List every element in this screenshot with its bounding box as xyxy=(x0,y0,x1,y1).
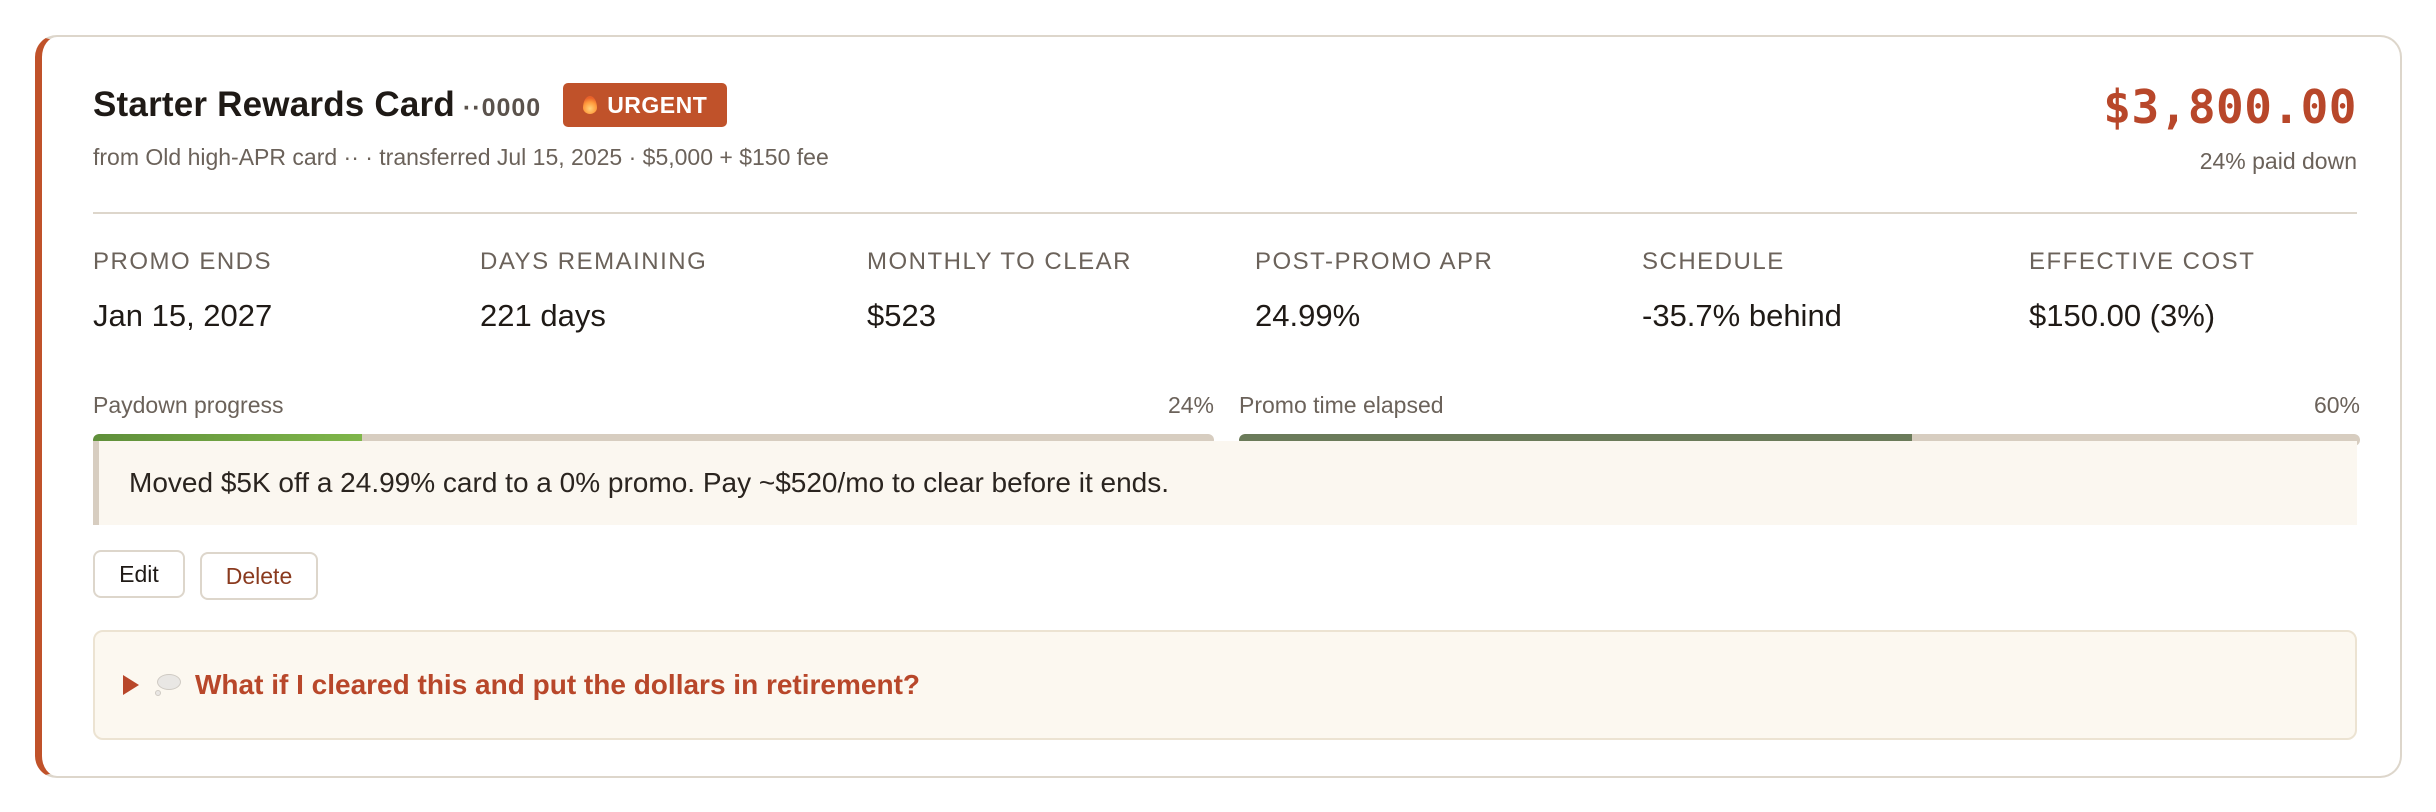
balance-transfer-card: Starter Rewards Card ··0000 URGENT from … xyxy=(35,35,2402,778)
stat-days-remaining: DAYS REMAINING 221 days xyxy=(480,248,860,334)
stat-effective-cost: EFFECTIVE COST $150.00 (3%) xyxy=(2029,248,2409,334)
flame-icon xyxy=(583,96,598,114)
stat-value: -35.7% behind xyxy=(1642,298,1842,333)
stat-value: 221 days xyxy=(480,298,606,333)
stat-label: DAYS REMAINING xyxy=(480,248,708,275)
stat-label: MONTHLY TO CLEAR xyxy=(867,248,1132,275)
what-if-disclosure[interactable]: What if I cleared this and put the dolla… xyxy=(93,630,2357,740)
paid-down-label: 24% paid down xyxy=(2199,148,2357,174)
stat-monthly-to-clear: MONTHLY TO CLEAR $523 xyxy=(867,248,1247,334)
balance-summary: $3,800.00 24% paid down xyxy=(2103,80,2357,175)
card-header: Starter Rewards Card ··0000 URGENT from … xyxy=(93,80,829,171)
stat-label: POST-PROMO APR xyxy=(1255,248,1494,275)
progress-label: Paydown progress xyxy=(93,392,284,418)
balance-amount: $3,800.00 xyxy=(2103,80,2357,134)
progress-label: Promo time elapsed xyxy=(1239,392,1444,418)
header-divider xyxy=(93,212,2357,214)
transfer-details: from Old high-APR card ·· · transferred … xyxy=(93,144,829,170)
paydown-progress: Paydown progress 24% xyxy=(93,392,1214,446)
clipped-text-above xyxy=(352,0,652,4)
card-number-mask: ··0000 xyxy=(462,93,542,122)
badge-label: URGENT xyxy=(607,91,708,118)
urgent-badge: URGENT xyxy=(563,83,728,127)
stat-label: SCHEDULE xyxy=(1642,248,1785,275)
promo-time-progress: Promo time elapsed 60% xyxy=(1239,392,2360,446)
edit-button[interactable]: Edit xyxy=(93,550,185,598)
stat-label: PROMO ENDS xyxy=(93,248,273,275)
stat-value: $150.00 (3%) xyxy=(2029,298,2216,333)
disclosure-triangle-icon xyxy=(123,675,139,695)
progress-value: 24% xyxy=(1167,392,1214,418)
stat-schedule: SCHEDULE -35.7% behind xyxy=(1642,248,2022,334)
stat-value: Jan 15, 2027 xyxy=(93,298,273,333)
stat-value: 24.99% xyxy=(1255,298,1361,333)
card-name: Starter Rewards Card xyxy=(93,85,455,124)
progress-value: 60% xyxy=(2313,392,2360,418)
stat-label: EFFECTIVE COST xyxy=(2029,248,2256,275)
disclosure-label: What if I cleared this and put the dolla… xyxy=(195,669,920,700)
stat-promo-ends: PROMO ENDS Jan 15, 2027 xyxy=(93,248,473,334)
delete-button[interactable]: Delete xyxy=(200,552,318,600)
page: Starter Rewards Card ··0000 URGENT from … xyxy=(0,0,2436,812)
note-box: Moved $5K off a 24.99% card to a 0% prom… xyxy=(93,441,2357,525)
stat-value: $523 xyxy=(867,298,936,333)
thought-bubble-icon xyxy=(153,674,183,696)
stat-post-promo-apr: POST-PROMO APR 24.99% xyxy=(1255,248,1635,334)
stats-row: PROMO ENDS Jan 15, 2027 DAYS REMAINING 2… xyxy=(93,248,2359,338)
